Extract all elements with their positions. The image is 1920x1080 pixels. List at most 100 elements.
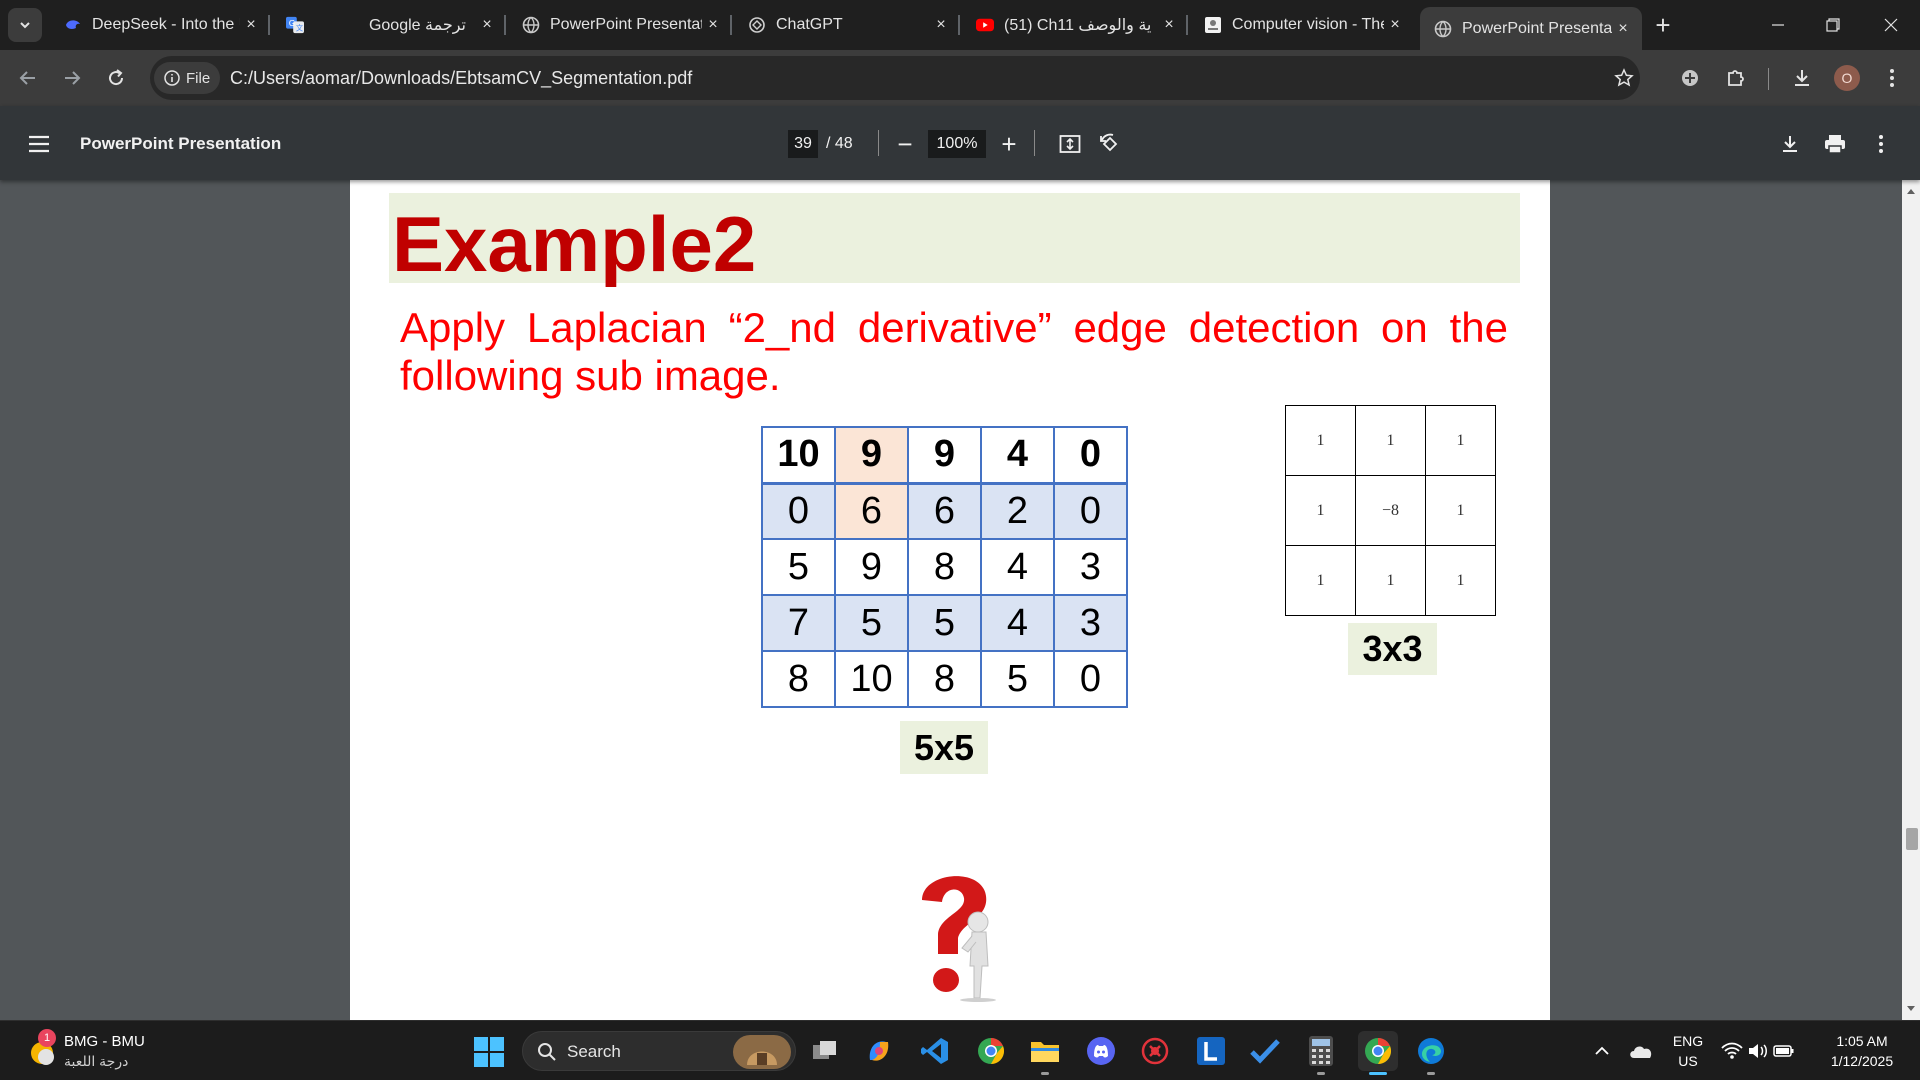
copilot-icon[interactable] <box>862 1034 896 1068</box>
tab-deepseek[interactable]: DeepSeek - Into the Unknown × <box>50 7 270 43</box>
pdf-page: Example2 Apply Laplacian “2_nd derivativ… <box>350 180 1550 1020</box>
tab-title: Computer vision - The <box>1232 16 1384 33</box>
file-explorer-icon[interactable] <box>1028 1034 1062 1068</box>
notification-badge: 1 <box>38 1029 56 1047</box>
image-matrix-label: 5x5 <box>900 721 988 774</box>
tab-powerpoint-active[interactable]: PowerPoint Presentation × <box>1420 7 1642 50</box>
fit-page-button[interactable] <box>1055 129 1085 159</box>
tab-search-button[interactable] <box>8 8 42 42</box>
onedrive-icon[interactable] <box>1624 1034 1658 1068</box>
chrome-active-icon[interactable] <box>1358 1031 1398 1071</box>
scroll-down-icon[interactable] <box>1906 1004 1916 1014</box>
matrix-cell: 5 <box>907 594 982 652</box>
windows-taskbar: 1 BMG - BMU درجة اللعبة Search ENG US 1:… <box>0 1020 1920 1080</box>
zoom-level-input[interactable]: 100% <box>928 130 986 158</box>
l-app-icon[interactable] <box>1194 1034 1228 1068</box>
chevron-down-icon <box>20 22 30 29</box>
globe-icon <box>522 16 540 34</box>
rotate-button[interactable] <box>1095 129 1125 159</box>
address-url[interactable]: C:/Users/aomar/Downloads/EbtsamCV_Segmen… <box>230 68 692 89</box>
omnibox[interactable]: File C:/Users/aomar/Downloads/EbtsamCV_S… <box>150 56 1640 100</box>
downloads-button[interactable] <box>1788 64 1816 92</box>
slide-instruction: Apply Laplacian “2_nd derivative” edge d… <box>400 304 1508 399</box>
scroll-up-icon[interactable] <box>1906 186 1916 196</box>
youtube-icon <box>976 16 994 34</box>
question-mark-figure-icon <box>922 876 996 1002</box>
edge-icon[interactable] <box>1414 1034 1448 1068</box>
close-icon[interactable]: × <box>930 14 952 36</box>
windows-start-icon[interactable] <box>474 1037 504 1067</box>
browser-toolbar: File C:/Users/aomar/Downloads/EbtsamCV_S… <box>0 50 1920 106</box>
scroll-thumb[interactable] <box>1906 828 1918 850</box>
app-red-icon[interactable] <box>1138 1034 1172 1068</box>
vertical-scrollbar[interactable] <box>1902 180 1920 1020</box>
pdf-download-button[interactable] <box>1775 129 1805 159</box>
hamburger-icon <box>29 135 49 153</box>
fit-to-page-icon <box>1059 135 1081 153</box>
calculator-icon[interactable] <box>1304 1034 1338 1068</box>
minimize-button[interactable] <box>1758 10 1798 40</box>
task-view-icon[interactable] <box>808 1034 842 1068</box>
close-icon[interactable]: × <box>702 14 724 36</box>
slide-title: Example2 <box>392 200 757 288</box>
close-icon[interactable]: × <box>240 14 262 36</box>
extension-button[interactable] <box>1676 64 1704 92</box>
bookmark-star-button[interactable] <box>1610 64 1638 92</box>
zoom-out-button[interactable]: − <box>890 129 920 159</box>
puzzle-icon <box>1728 70 1744 86</box>
tab-youtube[interactable]: (51) Ch11 ية والوصف × <box>962 7 1188 43</box>
tab-google-translate[interactable]: Google ترجمة × <box>322 7 506 43</box>
back-button[interactable] <box>14 64 42 92</box>
close-icon[interactable]: × <box>1612 18 1634 40</box>
extensions-button[interactable] <box>1722 64 1750 92</box>
minus-icon: − <box>897 129 913 159</box>
pdf-more-button[interactable] <box>1866 129 1896 159</box>
todo-icon[interactable] <box>1248 1034 1282 1068</box>
kernel-row: 1 −8 1 <box>1285 475 1496 546</box>
forward-button[interactable] <box>58 64 86 92</box>
matrix-cell: 9 <box>834 426 909 485</box>
vscode-icon[interactable] <box>918 1034 952 1068</box>
clock-time[interactable]: 1:05 AM <box>1812 1033 1912 1049</box>
kernel-row: 111 <box>1285 545 1496 616</box>
page-number-input[interactable]: 39 <box>788 130 818 158</box>
kernel-cell: 1 <box>1285 545 1356 616</box>
globe-icon <box>1434 20 1452 38</box>
close-icon[interactable]: × <box>1384 14 1406 36</box>
tab-powerpoint-1[interactable]: PowerPoint Presentation × <box>508 7 732 43</box>
matrix-cell: 5 <box>834 594 909 652</box>
tab-chatgpt[interactable]: ChatGPT × <box>734 7 960 43</box>
zoom-in-button[interactable]: + <box>994 129 1024 159</box>
quick-settings-button[interactable] <box>1718 1034 1798 1068</box>
matrix-cell: 5 <box>761 538 836 596</box>
sidebar-menu-button[interactable] <box>24 129 54 159</box>
matrix-cell: 10 <box>834 650 909 708</box>
kernel-row: 111 <box>1285 405 1496 476</box>
new-tab-button[interactable]: + <box>1650 12 1676 38</box>
tab-translate[interactable]: G文 <box>272 7 320 43</box>
kernel-cell: 1 <box>1285 405 1356 476</box>
close-icon[interactable]: × <box>476 14 498 36</box>
taskbar-search[interactable]: Search <box>522 1031 796 1071</box>
clock-date[interactable]: 1/12/2025 <box>1812 1053 1912 1069</box>
pdf-viewer-area[interactable]: Example2 Apply Laplacian “2_nd derivativ… <box>0 180 1920 1020</box>
tab-computer-vision[interactable]: Computer vision - The × <box>1190 7 1414 43</box>
chrome-icon[interactable] <box>974 1034 1008 1068</box>
chatgpt-icon <box>748 16 766 34</box>
discord-icon[interactable] <box>1084 1034 1118 1068</box>
reload-button[interactable] <box>102 64 130 92</box>
print-button[interactable] <box>1820 129 1850 159</box>
browser-menu-button[interactable] <box>1878 64 1906 92</box>
site-info-chip[interactable]: File <box>154 62 221 94</box>
tray-overflow-icon[interactable] <box>1590 1034 1614 1068</box>
language-line-1[interactable]: ENG <box>1664 1033 1712 1049</box>
profile-avatar[interactable]: O <box>1834 65 1860 91</box>
matrix-cell: 0 <box>1053 482 1128 540</box>
close-icon[interactable]: × <box>1158 14 1180 36</box>
tab-title: PowerPoint Presentation <box>1462 19 1612 37</box>
restore-button[interactable] <box>1813 10 1853 40</box>
translate-icon: G文 <box>286 16 304 34</box>
close-window-button[interactable] <box>1871 10 1911 40</box>
matrix-cell: 9 <box>907 426 982 485</box>
language-line-2[interactable]: US <box>1664 1053 1712 1069</box>
